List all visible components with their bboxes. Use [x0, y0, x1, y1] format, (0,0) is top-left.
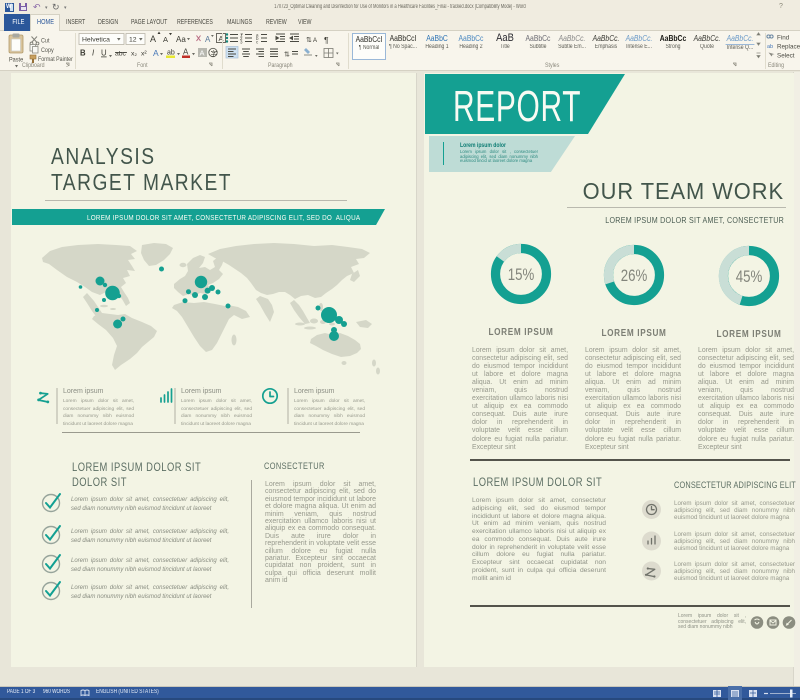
svg-text:A: A	[163, 35, 168, 44]
svg-text:I: I	[92, 49, 95, 58]
svg-text:x²: x²	[141, 51, 147, 58]
svg-text:U: U	[101, 49, 107, 58]
svg-text:Replace: Replace	[777, 44, 800, 51]
svg-text:A: A	[205, 35, 211, 44]
svg-text:A: A	[153, 48, 159, 58]
svg-text:¶: ¶	[324, 35, 329, 45]
svg-text:12: 12	[129, 37, 137, 44]
svg-text:Select: Select	[777, 53, 795, 60]
svg-text:Copy: Copy	[41, 48, 54, 54]
svg-text:A: A	[313, 38, 317, 44]
svg-text:3: 3	[240, 40, 243, 45]
svg-text:x₂: x₂	[131, 51, 137, 58]
svg-text:c: c	[256, 40, 259, 45]
svg-text:⇅: ⇅	[284, 52, 290, 59]
svg-text:Cut: Cut	[41, 38, 50, 44]
svg-text:B: B	[80, 49, 86, 58]
svg-text:⇅: ⇅	[306, 37, 312, 44]
svg-text:Aa: Aa	[176, 35, 186, 44]
svg-text:A: A	[200, 49, 205, 58]
svg-text:ab: ab	[167, 50, 175, 57]
svg-text:A: A	[150, 34, 156, 44]
svg-text:abc: abc	[115, 51, 127, 58]
svg-text:A: A	[183, 48, 189, 57]
svg-text:ab: ab	[767, 44, 773, 50]
svg-text:字: 字	[211, 49, 218, 58]
svg-text:Find: Find	[777, 35, 790, 42]
svg-text:Helvetica: Helvetica	[82, 37, 110, 44]
